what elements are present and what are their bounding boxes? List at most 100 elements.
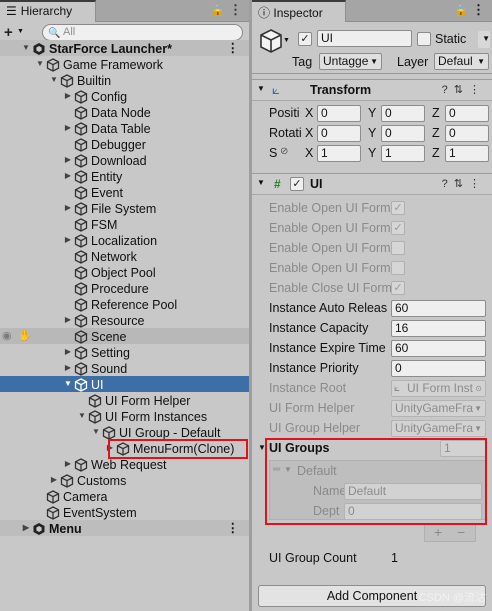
chevron-right-icon[interactable]: ▶ — [63, 88, 73, 104]
chevron-right-icon[interactable]: ▶ — [63, 312, 73, 328]
static-checkbox[interactable] — [417, 32, 431, 46]
chevron-right-icon[interactable]: ▶ — [63, 200, 73, 216]
toggle-checkbox[interactable]: ✓ — [391, 221, 405, 235]
tree-item[interactable]: ▶ Config — [0, 88, 249, 104]
tree-item[interactable]: ▼ UI Group - Default — [0, 424, 249, 440]
link-icon[interactable]: ⊘ — [280, 146, 288, 157]
tree-item[interactable]: ▶ Entity — [0, 168, 249, 184]
ui-component-header[interactable]: ▼ # ✓ UI ?⇅⋮ — [252, 173, 492, 195]
panel-menu-icon[interactable]: ⋮ — [229, 2, 242, 18]
lock-icon[interactable]: 🔒 — [211, 4, 225, 17]
chevron-down-icon[interactable]: ▼ — [21, 40, 31, 56]
ui-form-helper-field[interactable]: UnityGameFra ▼ — [391, 400, 486, 417]
tab-hierarchy[interactable]: ☰ Hierarchy — [0, 0, 96, 22]
z-field[interactable]: 1 — [445, 145, 489, 162]
field-input[interactable]: 60 — [391, 300, 486, 317]
tree-item[interactable]: ▶ Customs — [0, 472, 249, 488]
active-checkbox[interactable]: ✓ — [298, 32, 312, 46]
chevron-right-icon[interactable]: ▶ — [49, 472, 59, 488]
component-enabled-checkbox[interactable]: ✓ — [290, 177, 304, 191]
transform-header[interactable]: ▼ ⟀ Transform ?⇅⋮ — [252, 79, 492, 101]
chevron-right-icon[interactable]: ▶ — [63, 344, 73, 360]
ui-group-helper-field[interactable]: UnityGameFra ▼ — [391, 420, 486, 437]
toggle-checkbox[interactable]: ✓ — [391, 281, 405, 295]
object-name-field[interactable]: UI — [317, 30, 412, 47]
remove-item-button[interactable]: − — [457, 524, 465, 540]
tree-item[interactable]: ▼ StarForce Launcher* ⋮ — [0, 40, 249, 56]
instance-root-field[interactable]: ⟀ UI Form Inst ⊙ — [391, 380, 486, 397]
static-dropdown[interactable]: ▼ — [478, 31, 490, 48]
z-field[interactable]: 0 — [445, 125, 489, 142]
tree-item[interactable]: Debugger — [0, 136, 249, 152]
x-field[interactable]: 0 — [317, 125, 361, 142]
tab-inspector[interactable]: ⓘ Inspector — [252, 0, 346, 22]
chevron-down-icon[interactable]: ▼ — [17, 28, 24, 35]
tree-item[interactable]: ▼ UI — [0, 376, 249, 392]
tree-item[interactable]: ▶ Resource — [0, 312, 249, 328]
chevron-down-icon[interactable]: ▼ — [257, 178, 265, 187]
tree-item[interactable]: Event — [0, 184, 249, 200]
visibility-icon[interactable]: ◉ — [2, 328, 12, 344]
x-field[interactable]: 0 — [317, 105, 361, 122]
field-input[interactable]: 0 — [391, 360, 486, 377]
tree-item[interactable]: ▶ Setting — [0, 344, 249, 360]
toggle-checkbox[interactable]: ✓ — [391, 201, 405, 215]
toggle-checkbox[interactable] — [391, 261, 405, 275]
chevron-right-icon[interactable]: ▶ — [63, 152, 73, 168]
tree-item[interactable]: ▶ Sound — [0, 360, 249, 376]
chevron-down-icon[interactable]: ▼ — [474, 421, 482, 436]
object-picker-icon[interactable]: ⊙ — [475, 381, 482, 396]
add-item-button[interactable]: + — [434, 524, 442, 540]
tree-item[interactable]: Object Pool — [0, 264, 249, 280]
component-header-icons[interactable]: ?⇅⋮ — [442, 177, 486, 190]
field-input[interactable]: 16 — [391, 320, 486, 337]
panel-menu-icon[interactable]: ⋮ — [472, 2, 485, 18]
tag-dropdown[interactable]: Untagge ▼ — [319, 53, 382, 70]
layer-dropdown[interactable]: Defaul ▼ — [434, 53, 489, 70]
chevron-right-icon[interactable]: ▶ — [21, 520, 31, 536]
x-field[interactable]: 1 — [317, 145, 361, 162]
tree-item[interactable]: ▶ File System — [0, 200, 249, 216]
chevron-right-icon[interactable]: ▶ — [63, 232, 73, 248]
field-input[interactable]: 60 — [391, 340, 486, 357]
chevron-down-icon[interactable]: ▼ — [77, 408, 87, 424]
chevron-down-icon[interactable]: ▼ — [91, 424, 101, 440]
tree-item[interactable]: Camera — [0, 488, 249, 504]
y-field[interactable]: 0 — [381, 105, 425, 122]
tree-item[interactable]: Network — [0, 248, 249, 264]
y-field[interactable]: 1 — [381, 145, 425, 162]
tree-item[interactable]: UI Form Helper — [0, 392, 249, 408]
chevron-right-icon[interactable]: ▶ — [63, 360, 73, 376]
chevron-down-icon[interactable]: ▼ — [474, 401, 482, 416]
toggle-checkbox[interactable] — [391, 241, 405, 255]
tree-item[interactable]: ▼ UI Form Instances — [0, 408, 249, 424]
chevron-right-icon[interactable]: ▶ — [63, 120, 73, 136]
create-button[interactable]: + — [4, 24, 13, 41]
tree-item[interactable]: ▼ Game Framework — [0, 56, 249, 72]
tree-item[interactable]: ▶ Download — [0, 152, 249, 168]
tree-item[interactable]: FSM — [0, 216, 249, 232]
chevron-right-icon[interactable]: ▶ — [63, 168, 73, 184]
tree-item[interactable]: ▶ Localization — [0, 232, 249, 248]
tree-item[interactable]: ▶ Menu ⋮ — [0, 520, 249, 536]
scene-menu-icon[interactable]: ⋮ — [227, 40, 240, 56]
chevron-down-icon[interactable]: ▼ — [257, 84, 265, 93]
tree-item[interactable]: Reference Pool — [0, 296, 249, 312]
y-field[interactable]: 0 — [381, 125, 425, 142]
tree-item[interactable]: ▼ Builtin — [0, 72, 249, 88]
tree-item[interactable]: Data Node — [0, 104, 249, 120]
tree-item[interactable]: ▶ Data Table — [0, 120, 249, 136]
pickable-icon[interactable]: ✋ — [18, 328, 32, 344]
component-header-icons[interactable]: ?⇅⋮ — [442, 83, 486, 96]
chevron-right-icon[interactable]: ▶ — [63, 456, 73, 472]
hierarchy-search-input[interactable]: 🔍 All — [42, 24, 243, 41]
tree-item[interactable]: Procedure — [0, 280, 249, 296]
tree-item[interactable]: ◉ ✋ Scene — [0, 328, 249, 344]
chevron-down-icon[interactable]: ▼ — [49, 72, 59, 88]
scene-menu-icon[interactable]: ⋮ — [227, 520, 240, 536]
chevron-down-icon[interactable]: ▼ — [63, 376, 73, 392]
tree-item[interactable]: EventSystem — [0, 504, 249, 520]
lock-icon[interactable]: 🔒 — [454, 4, 468, 17]
z-field[interactable]: 0 — [445, 105, 489, 122]
chevron-down-icon[interactable]: ▼ — [283, 37, 290, 44]
